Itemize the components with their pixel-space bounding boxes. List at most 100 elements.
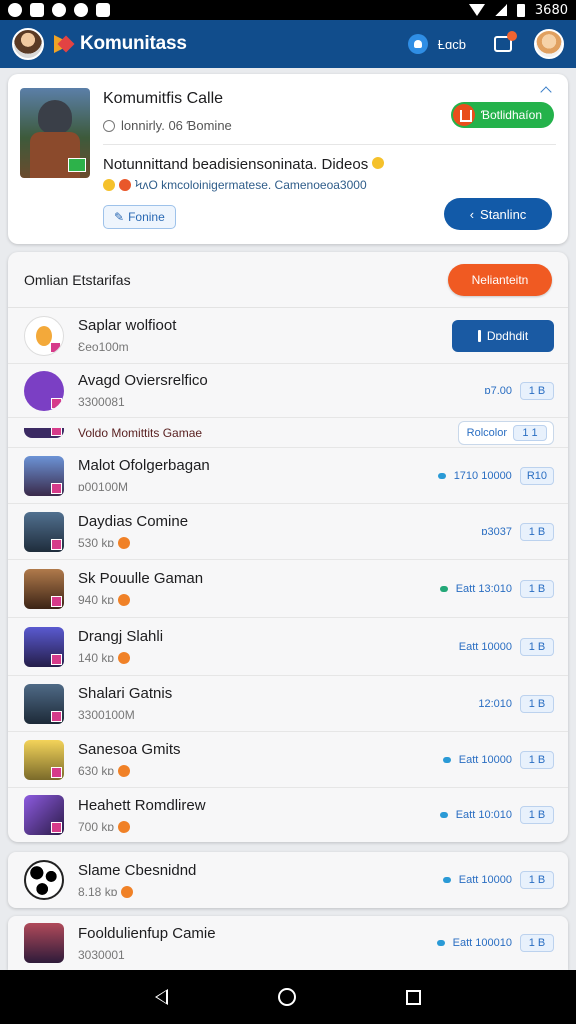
list-item[interactable]: Shalari Gatnis 3300100M 12:010 1 B [8,676,568,732]
status-dot-icon [442,756,451,763]
item-name: Daydias Comine [78,513,189,530]
list-item[interactable]: Saplar wolfioot Ɛeo100m Dɒdhdit [8,308,568,364]
featured-title: Komumitfis Calle [103,90,224,107]
notification-icon [8,3,22,17]
item-meta: 3300100M [78,708,135,722]
game-card[interactable]: Slame Cbesnidnd 8.18 kɒ Eatt 10000 1 B [8,852,568,908]
item-meta: 3030001 [78,947,125,962]
game-icon [24,511,64,552]
list-item[interactable]: Voldo Momittits Gamae Rolcolor 1 1 [8,418,568,448]
item-meta: 140 kɒ [78,651,163,665]
app-bar: Komunitass Ƚɑcb [0,20,576,68]
emoji-icon [103,179,115,191]
bell-icon[interactable] [407,34,428,54]
game-icon [24,626,64,667]
featured-game-art [20,88,90,178]
status-dot-icon [442,877,451,883]
status-dot-icon [437,472,446,479]
item-stat: 1710 10000 [453,469,512,482]
item-name: Sanesoa Gmits [78,741,181,758]
chevron-up-icon[interactable] [540,86,552,98]
play-button[interactable]: ‹ Stanlinc [444,198,552,230]
download-button[interactable]: Dɒdhdit [452,319,554,352]
item-chip[interactable]: 1 B [520,694,554,713]
notification-button[interactable]: Ɓotlidhaíon [450,102,554,128]
game-card[interactable]: Fooldulienfup Camie 3030001 Eatt 100010 … [8,916,568,970]
item-stat: Eatt 100010 [452,937,512,949]
item-chip[interactable]: 1 B [520,750,554,769]
item-meta: Ɛeo100m [78,340,129,354]
list-item[interactable]: Avagd Oviersrelfico 3300081 ɒ7.00 1 B [8,364,568,418]
featured-tag[interactable]: ✎ Fonine [103,205,176,229]
game-icon [24,923,64,963]
item-chip[interactable]: 1 B [520,934,554,952]
featured-description: Notunnittand beadisiensoninata. Dideos [103,156,385,173]
divider [103,144,556,145]
bell-label[interactable]: Ƚɑcb [438,37,466,52]
featured-meta: ϞᴧΟ kmcoloinigermatese. Camenoeoa3000 [103,178,367,192]
coin-icon [118,537,131,549]
game-icon [24,455,64,496]
profile-avatar[interactable] [12,28,44,60]
status-bar: 3680 [0,0,576,20]
status-dot-icon [436,940,445,946]
pencil-icon: ✎ [114,210,125,224]
games-list-card: Omlian Etstarifas Nelianteitn Saplar wol… [8,252,568,842]
badge-icon [452,104,475,126]
item-chip[interactable]: 1 B [520,522,554,541]
list-item[interactable]: Daydias Comine 530 kɒ ɒ3037 1 B [8,504,568,560]
item-name: Shalari Gatnis [78,685,173,702]
recent-apps-icon[interactable] [406,989,421,1005]
list-item[interactable]: Sk Pouulle Gaman 940 kɒ Eatt 13:010 1 B [8,560,568,618]
back-icon[interactable] [155,989,168,1005]
game-icon [24,683,64,724]
item-meta: 8.18 kɒ [78,885,196,899]
game-icon [24,427,64,438]
item-meta: 630 kɒ [78,764,181,778]
item-stat: 12:010 [478,697,512,710]
coin-icon [118,765,131,777]
item-meta: 700 kɒ [78,820,206,834]
coin-icon [118,652,131,664]
item-chip[interactable]: 1 B [520,806,554,824]
status-dot-icon [439,812,448,818]
item-name: Saplar wolfioot [78,317,177,334]
item-action-button[interactable]: Rolcolor 1 1 [457,420,554,445]
item-stat: Eatt 13:010 [455,582,512,595]
item-chip[interactable]: 1 B [520,871,554,889]
item-stat: Eatt 10000 [458,753,512,766]
arrow-icon: ‹ [469,206,475,222]
system-nav-bar [0,970,576,1024]
emoji-icon [119,179,131,191]
status-dot-icon [439,585,448,592]
list-header-button[interactable]: Nelianteitn [448,263,552,296]
notification-icon [96,3,110,17]
messages-icon[interactable] [494,31,517,52]
item-chip[interactable]: 1 B [520,637,554,656]
item-chip[interactable]: R10 [519,466,554,485]
item-name: Drangj Slahli [78,628,164,645]
emoji-icon [372,157,385,169]
item-stat: ɒ3037 [481,525,512,538]
item-chip[interactable]: 1 B [520,381,554,400]
item-stat: ɒ7.00 [484,384,512,397]
item-name: Heahett Romdlirew [78,796,206,814]
list-item[interactable]: Sanesoa Gmits 630 kɒ Eatt 10000 1 B [8,732,568,788]
item-meta: 940 kɒ [78,593,203,607]
list-item[interactable]: Heahett Romdlirew 700 kɒ Eatt 10:010 1 B [8,788,568,842]
list-item[interactable]: Malot Ofolgerbagan ɒ00100M 1710 10000 R1… [8,448,568,504]
item-meta: 530 kɒ [78,536,188,550]
item-stat: Eatt 10000 [458,640,512,653]
game-icon [24,568,64,609]
game-icon [24,315,64,356]
list-title: Omlian Etstarifas [24,271,131,288]
item-stat: Eatt 10000 [458,874,512,886]
coin-icon [121,885,134,898]
item-chip[interactable]: 1 B [520,579,554,598]
home-icon[interactable] [278,988,296,1006]
featured-community-card[interactable]: Komumitfis Calle Ɩonnirly. 06 Ɓomine Ɓot… [8,74,568,244]
list-item[interactable]: Drangj Slahli 140 kɒ Eatt 10000 1 B [8,618,568,676]
clock-icon [103,119,115,132]
user-avatar[interactable] [534,29,564,59]
game-icon [24,795,64,835]
